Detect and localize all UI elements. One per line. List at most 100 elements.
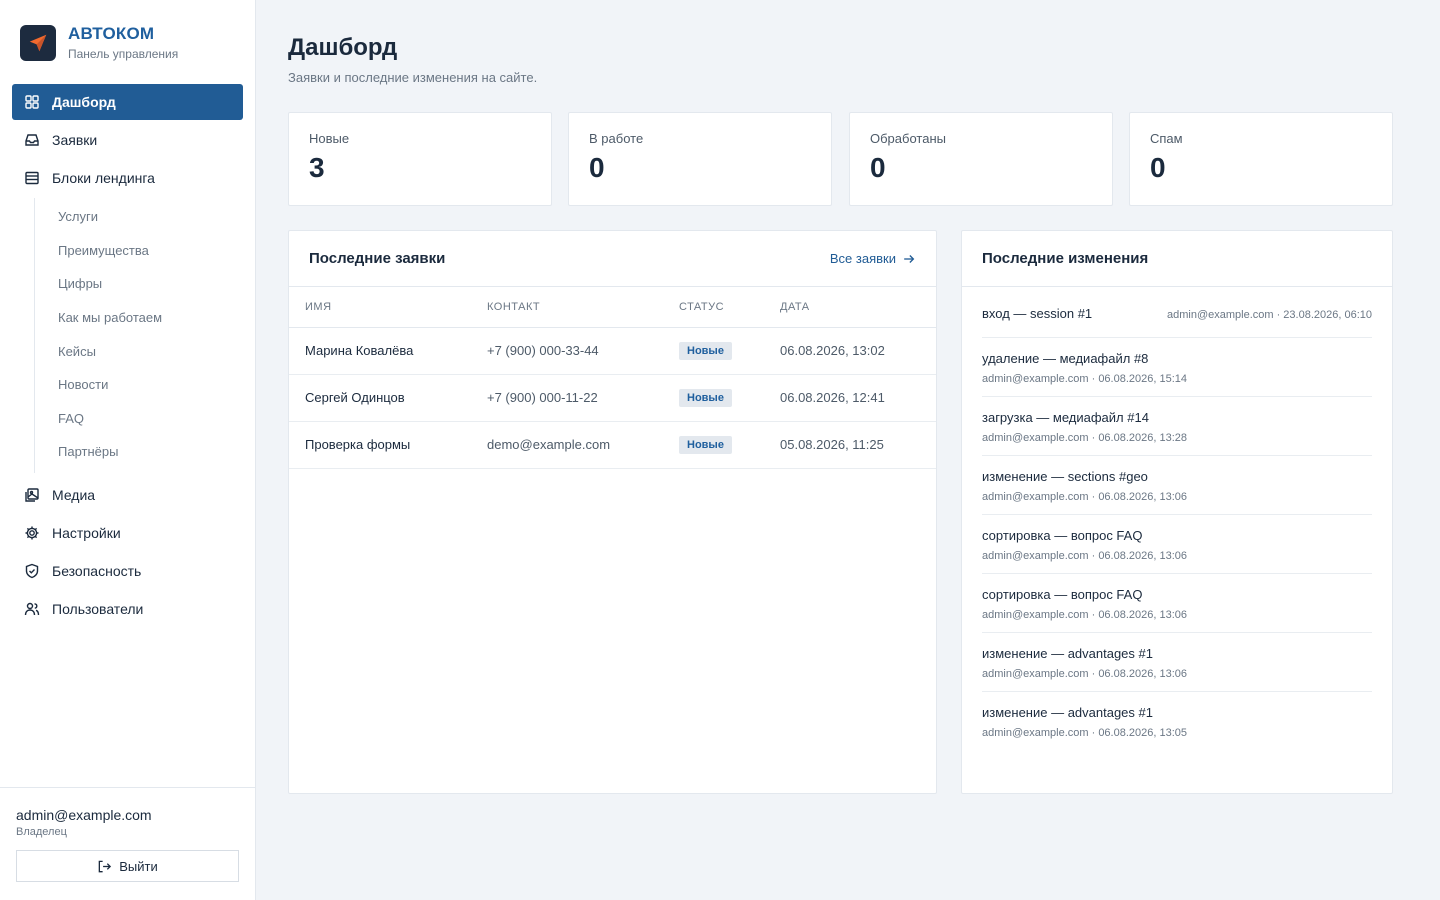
stat-label: Обработаны	[870, 131, 946, 146]
stat-label: В работе	[589, 131, 644, 146]
change-title: изменение — sections #geo	[982, 469, 1148, 484]
table-row[interactable]: Марина Ковалёва +7 (900) 000-33-44 Новые…	[289, 327, 936, 374]
change-meta: admin@example.com · 23.08.2026, 06:10	[1166, 309, 1372, 321]
subnav-item-services[interactable]: Услуги	[35, 200, 243, 234]
nav-item-label: Безопасность	[52, 562, 142, 579]
nav-item-dashboard[interactable]: Дашборд	[12, 84, 243, 120]
column-header: ИМЯ	[305, 300, 332, 313]
recent-requests-card: Последние заявки Все заявки ИМЯ КОНТАКТ …	[288, 230, 937, 794]
logout-label: Выйти	[119, 858, 158, 874]
request-date: 05.08.2026, 11:25	[780, 437, 884, 452]
subnav-item-cases[interactable]: Кейсы	[35, 334, 243, 368]
changes-list: вход — session #1 admin@example.com · 23…	[962, 287, 1392, 750]
change-meta: admin@example.com · 06.08.2026, 13:06	[982, 668, 1188, 680]
column-header: СТАТУС	[679, 300, 725, 313]
layers-icon	[24, 170, 40, 186]
nav-item-label: Медиа	[52, 486, 96, 503]
nav-item-label: Дашборд	[52, 94, 116, 110]
brand-subtitle: Панель управления	[68, 47, 179, 61]
nav-item-settings[interactable]: Настройки	[12, 515, 243, 551]
status-badge: Новые	[679, 341, 732, 360]
inbox-icon	[24, 132, 40, 148]
subnav-item-partners[interactable]: Партнёры	[35, 435, 243, 469]
nav-item-media[interactable]: Медиа	[12, 477, 243, 513]
change-meta: admin@example.com · 06.08.2026, 13:28	[982, 432, 1188, 444]
gear-icon	[24, 525, 40, 541]
list-item: удаление — медиафайл #8 admin@example.co…	[982, 338, 1372, 397]
stat-card-in-progress: В работе 0	[568, 112, 832, 206]
change-meta: admin@example.com · 06.08.2026, 13:06	[982, 609, 1188, 621]
change-title: удаление — медиафайл #8	[982, 351, 1149, 366]
status-badge: Новые	[679, 388, 732, 407]
request-name: Проверка формы	[305, 437, 411, 452]
request-date: 06.08.2026, 12:41	[780, 390, 885, 405]
request-date: 06.08.2026, 13:02	[780, 343, 885, 358]
sidebar-footer: admin@example.com Владелец Выйти	[0, 787, 255, 882]
page-subtitle: Заявки и последние изменения на сайте.	[288, 70, 538, 85]
table-row[interactable]: Сергей Одинцов +7 (900) 000-11-22 Новые …	[289, 374, 936, 421]
subnav-item-faq[interactable]: FAQ	[35, 402, 243, 436]
image-icon	[24, 487, 40, 503]
list-item: сортировка — вопрос FAQ admin@example.co…	[982, 574, 1372, 633]
grid-icon	[24, 94, 40, 110]
stat-value: 0	[1150, 152, 1166, 183]
list-item: загрузка — медиафайл #14 admin@example.c…	[982, 397, 1372, 456]
list-item: изменение — sections #geo admin@example.…	[982, 456, 1372, 515]
nav-item-landing-blocks[interactable]: Блоки лендинга	[12, 160, 243, 196]
status-badge: Новые	[679, 435, 732, 454]
change-meta: admin@example.com · 06.08.2026, 13:05	[982, 727, 1188, 739]
card-title: Последние заявки	[309, 250, 446, 267]
main-nav: Дашборд Заявки Блоки лендинга Услуги Пре…	[12, 84, 243, 629]
user-email: admin@example.com	[16, 807, 152, 823]
card-title: Последние изменения	[982, 250, 1149, 267]
user-role: Владелец	[16, 826, 67, 838]
change-title: загрузка — медиафайл #14	[982, 410, 1149, 425]
request-contact: +7 (900) 000-33-44	[487, 343, 599, 358]
list-item: изменение — advantages #1 admin@example.…	[982, 692, 1372, 750]
stat-value: 3	[309, 152, 325, 183]
page-title: Дашборд	[288, 34, 398, 61]
nav-item-label: Заявки	[52, 132, 98, 148]
stat-card-new: Новые 3	[288, 112, 552, 206]
landing-subnav: Услуги Преимущества Цифры Как мы работае…	[34, 198, 243, 473]
subnav-item-numbers[interactable]: Цифры	[35, 267, 243, 301]
logo-icon	[20, 25, 56, 61]
all-requests-link[interactable]: Все заявки	[830, 251, 916, 266]
request-name: Сергей Одинцов	[305, 390, 405, 405]
change-meta: admin@example.com · 06.08.2026, 13:06	[982, 491, 1188, 503]
request-contact: demo@example.com	[487, 437, 611, 452]
change-title: изменение — advantages #1	[982, 646, 1153, 661]
brand[interactable]: АВТОКОМ Панель управления	[20, 24, 178, 62]
subnav-item-how-we-work[interactable]: Как мы работаем	[35, 301, 243, 335]
logout-icon	[98, 860, 112, 872]
nav-item-users[interactable]: Пользователи	[12, 591, 243, 627]
nav-item-label: Пользователи	[52, 600, 144, 617]
change-meta: admin@example.com · 06.08.2026, 15:14	[982, 373, 1188, 385]
nav-item-label: Блоки лендинга	[52, 170, 155, 186]
users-icon	[24, 601, 40, 617]
stat-card-spam: Спам 0	[1129, 112, 1393, 206]
stat-value: 0	[870, 152, 886, 183]
stat-label: Новые	[309, 131, 350, 146]
stat-card-processed: Обработаны 0	[849, 112, 1113, 206]
link-label: Все заявки	[829, 251, 896, 266]
requests-table: ИМЯ КОНТАКТ СТАТУС ДАТА Марина Ковалёва …	[289, 287, 936, 469]
list-item: сортировка — вопрос FAQ admin@example.co…	[982, 515, 1372, 574]
nav-item-security[interactable]: Безопасность	[12, 553, 243, 589]
subnav-item-news[interactable]: Новости	[35, 368, 243, 402]
column-header: ДАТА	[780, 300, 810, 313]
request-contact: +7 (900) 000-11-22	[487, 390, 598, 405]
table-row[interactable]: Проверка формы demo@example.com Новые 05…	[289, 421, 936, 468]
nav-item-label: Настройки	[52, 524, 121, 541]
subnav-item-advantages[interactable]: Преимущества	[35, 234, 243, 268]
list-item: изменение — advantages #1 admin@example.…	[982, 633, 1372, 692]
change-title: вход — session #1	[982, 306, 1093, 321]
nav-item-requests[interactable]: Заявки	[12, 122, 243, 158]
logout-button[interactable]: Выйти	[16, 850, 239, 882]
stat-label: Спам	[1150, 131, 1183, 146]
list-item: вход — session #1 admin@example.com · 23…	[982, 287, 1372, 338]
change-meta: admin@example.com · 06.08.2026, 13:06	[982, 550, 1188, 562]
change-title: изменение — advantages #1	[982, 705, 1153, 720]
change-title: сортировка — вопрос FAQ	[982, 528, 1143, 543]
request-name: Марина Ковалёва	[305, 343, 414, 358]
